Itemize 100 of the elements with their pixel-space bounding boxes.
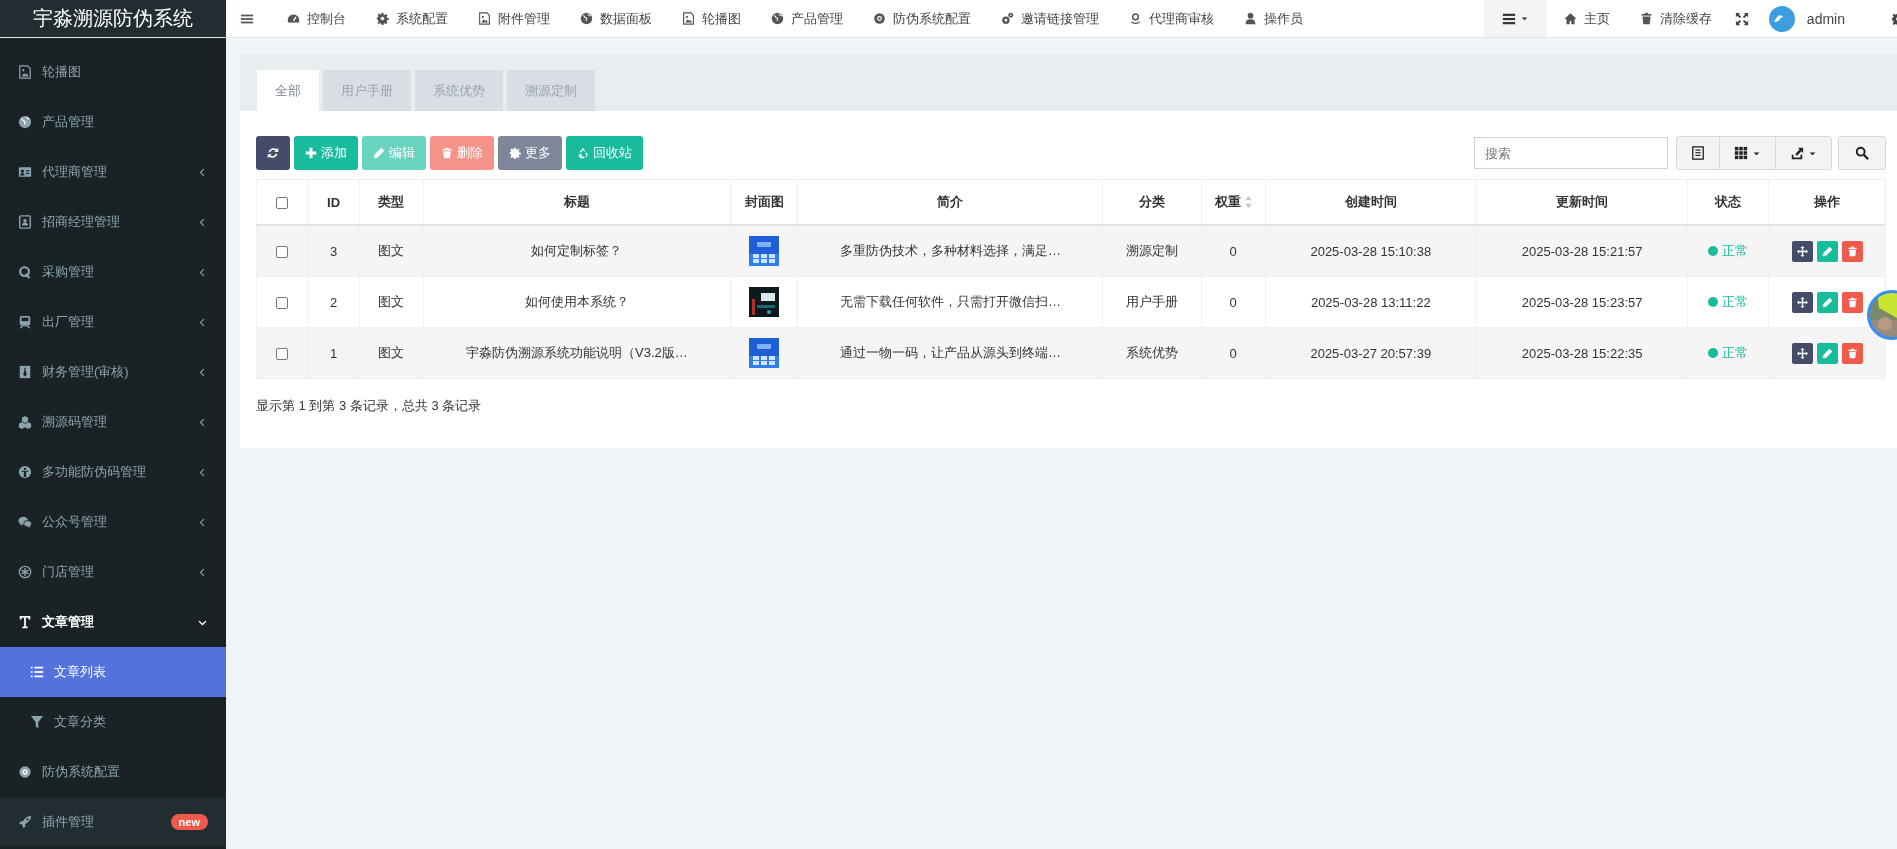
home-link[interactable]: 主页 [1548, 9, 1625, 28]
table-cell: 通过一物一码，让产品从源头到终端… [839, 345, 1061, 360]
table-cell: 2025-03-28 15:10:38 [1310, 243, 1432, 259]
row-checkbox[interactable] [276, 348, 289, 361]
table-cell: 0 [1229, 294, 1237, 310]
caret-icon [1519, 14, 1529, 23]
image-icon [18, 65, 32, 79]
list-icon [30, 665, 44, 679]
delete-button[interactable] [1841, 240, 1863, 262]
sidebar-subitem[interactable]: 文章分类 [0, 697, 226, 747]
column-header: 类型 [378, 193, 405, 211]
nav-link[interactable]: 附件管理 [463, 9, 565, 28]
text-cursor-icon [18, 615, 32, 629]
nav-link[interactable]: 代理商审核 [1114, 9, 1229, 28]
asterisk-circle-icon [18, 565, 32, 579]
gear-icon [376, 12, 389, 25]
bars-icon [1501, 11, 1516, 26]
nav-link[interactable]: 产品管理 [756, 9, 858, 28]
sidebar-item[interactable]: 公众号管理 [0, 497, 226, 547]
table-cell: 图文 [378, 243, 405, 258]
search-field[interactable]: 搜索 [1474, 137, 1668, 169]
nav-link[interactable]: 控制台 [272, 9, 361, 28]
image-icon [682, 12, 695, 25]
column-header: 分类 [1139, 193, 1166, 211]
sidebar-item[interactable]: 代理商管理 [0, 147, 226, 197]
refresh-icon [267, 147, 279, 159]
column-header: 更新时间 [1556, 193, 1609, 211]
sidebar-item[interactable]: 防伪系统配置 [0, 747, 226, 797]
new-badge: new [170, 814, 208, 830]
trash-icon [1846, 296, 1858, 308]
nav-link[interactable]: 系统配置 [361, 9, 463, 28]
home-icon [1563, 12, 1577, 25]
drag-button[interactable] [1791, 342, 1813, 364]
drag-button[interactable] [1791, 240, 1813, 262]
table-cell: 图文 [378, 294, 405, 309]
sidebar-item[interactable]: 出厂管理 [0, 297, 226, 347]
pencil-icon [1821, 245, 1833, 257]
delete-button[interactable] [1841, 342, 1863, 364]
row-checkbox[interactable] [276, 246, 289, 259]
toggle-view-button[interactable] [1677, 137, 1719, 169]
pencil-icon [1821, 296, 1833, 308]
drag-button[interactable] [1791, 291, 1813, 313]
table-cell: 2025-03-28 15:22:35 [1521, 345, 1643, 361]
rocket-icon [18, 815, 32, 829]
sidebar-item[interactable]: 产品管理 [0, 97, 226, 147]
pencil-icon [373, 147, 385, 159]
globe-icon [580, 12, 593, 25]
column-header: 操作 [1814, 193, 1841, 211]
export-dropdown-button[interactable] [1775, 137, 1831, 169]
more-button[interactable]: 更多 [498, 136, 562, 170]
layout-dropdown-button[interactable] [1483, 0, 1547, 37]
table-cell: 0 [1229, 243, 1237, 259]
table-cell: 2 [329, 294, 338, 310]
status-text: 正常 [1722, 242, 1749, 260]
select-all-checkbox[interactable] [276, 197, 289, 210]
chat-bubbles-icon [18, 515, 32, 529]
search-button[interactable] [1838, 136, 1886, 170]
move-arrows-icon [1796, 347, 1808, 359]
nav-link[interactable]: 数据面板 [565, 9, 667, 28]
status-text: 正常 [1722, 344, 1749, 362]
table-cell: 图文 [378, 345, 405, 360]
sidebar-item[interactable]: 溯源码管理 [0, 397, 226, 447]
delete-button[interactable] [1841, 291, 1863, 313]
trash-icon [441, 147, 453, 159]
grid-icon [1734, 146, 1748, 160]
status-text: 正常 [1722, 293, 1749, 311]
sidebar-item[interactable]: 采购管理 [0, 247, 226, 297]
filter-icon [30, 715, 44, 729]
table-cell: 2025-03-27 20:57:39 [1310, 345, 1432, 361]
avatar-icon[interactable] [1768, 5, 1795, 32]
cog-badge-icon [873, 12, 886, 25]
gear-icon [509, 147, 521, 159]
sidebar-item[interactable]: 轮播图 [0, 47, 226, 97]
sidebar-item[interactable]: 多功能防伪码管理 [0, 447, 226, 497]
sidebar-item[interactable]: 门店管理 [0, 547, 226, 597]
row-checkbox[interactable] [276, 297, 289, 310]
contact-card-icon [18, 215, 32, 229]
nav-link[interactable]: 操作员 [1229, 9, 1318, 28]
table-cell: 用户手册 [1126, 294, 1179, 309]
nav-link[interactable]: 防伪系统配置 [858, 9, 986, 28]
user-name[interactable]: admin [1806, 10, 1845, 27]
column-header: 简介 [937, 193, 964, 211]
filter-tab[interactable]: 全部 [257, 70, 319, 111]
sidebar-item[interactable]: 财务管理(审核) [0, 347, 226, 397]
gauge-icon [287, 12, 300, 25]
clear-cache-link[interactable]: 清除缓存 [1624, 9, 1727, 28]
table-cell: 如何使用本系统？ [524, 294, 629, 309]
refresh-button[interactable] [256, 136, 290, 170]
columns-dropdown-button[interactable] [1719, 137, 1775, 169]
sidebar-item[interactable]: 招商经理管理 [0, 197, 226, 247]
nav-link[interactable]: 邀请链接管理 [986, 9, 1114, 28]
table-cell: 如何定制标签？ [531, 243, 623, 258]
plus-icon [305, 147, 317, 159]
nav-link[interactable]: 轮播图 [667, 9, 756, 28]
sidebar-item[interactable]: 插件管理 new [0, 798, 226, 846]
column-header: 标题 [563, 193, 590, 211]
fullscreen-icon[interactable] [1734, 11, 1749, 26]
sidebar-subitem[interactable]: 文章列表 [0, 647, 226, 697]
sidebar-item[interactable]: 文章管理 [0, 597, 226, 647]
table-cell: 0 [1229, 345, 1237, 361]
